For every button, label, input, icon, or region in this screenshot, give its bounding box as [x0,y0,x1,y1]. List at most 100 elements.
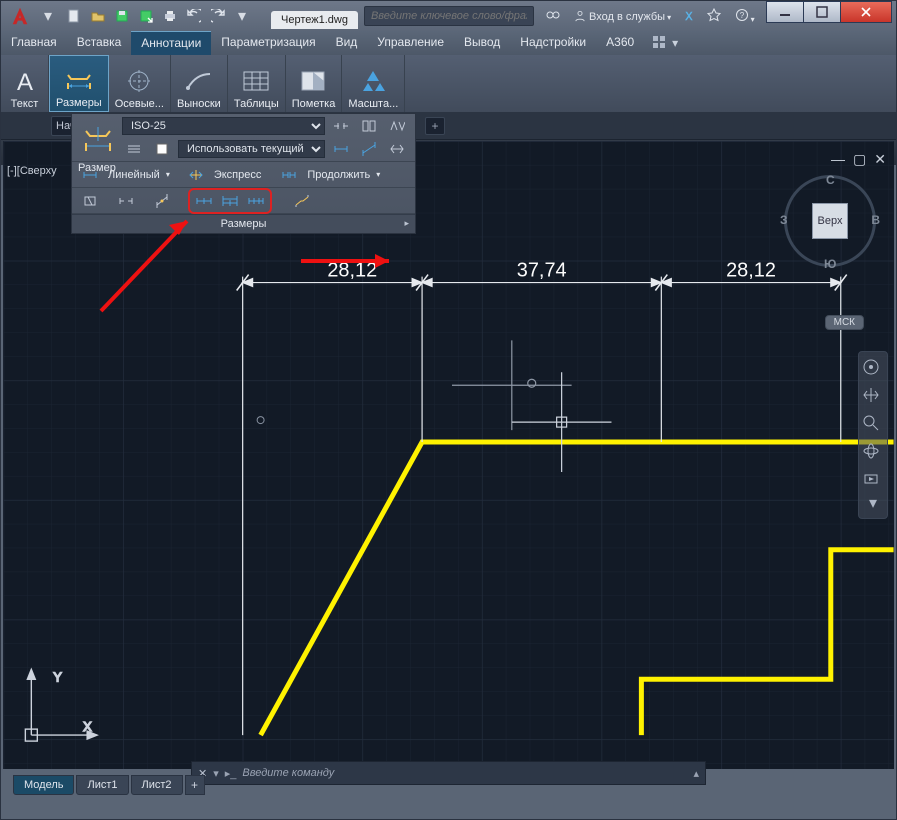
dim-big-icon [78,119,118,157]
qat-new-icon[interactable] [63,5,85,27]
viewcube-n[interactable]: С [826,173,835,187]
drawing-canvas[interactable]: [-][Сверху — ▢ ✕ [3,141,894,769]
tab-add[interactable]: + [425,117,445,135]
current-file-tab[interactable]: Чертеж1.dwg [271,11,358,29]
ribbon-dimensions[interactable]: Размеры [49,55,109,112]
markup-icon [297,66,331,96]
nav-zoom-icon[interactable] [862,414,884,436]
dim-update-icon[interactable] [329,116,353,136]
close-button[interactable] [840,1,892,23]
viewcube-s[interactable]: Ю [824,257,836,271]
dim-continue-icon[interactable] [277,165,301,185]
menu-annotate[interactable]: Аннотации [131,31,211,55]
dim-sync-icon[interactable] [385,116,409,136]
nav-wheel-icon[interactable] [862,358,884,380]
qat-save-icon[interactable] [111,5,133,27]
xchange-apps-icon[interactable] [703,6,725,27]
dim-panel-footer[interactable]: Размеры [72,214,415,233]
dim-aligned-mini-icon[interactable] [357,139,381,159]
dim-big-button[interactable] [78,119,118,157]
tab-add-layout[interactable]: + [185,775,205,795]
ribbon-leaders[interactable]: Выноски [171,55,228,112]
ribbon-centerlines[interactable]: Осевые... [109,55,171,112]
ribbon-tables[interactable]: Таблицы [228,55,286,112]
command-line[interactable]: ✕ ▾ ▸_ Введите команду ▴ [191,761,706,785]
help-icon[interactable]: ?▾ [731,6,759,27]
cmd-history-icon[interactable]: ▾ [213,767,219,780]
quick-access-toolbar: ▾ [63,5,253,27]
qat-undo-icon[interactable] [183,5,205,27]
dim-express-icon[interactable] [184,165,208,185]
dim-tool-oblique-icon[interactable] [78,191,102,211]
minimize-button[interactable] [766,1,804,23]
ribbon-text[interactable]: A Текст [1,55,49,112]
search-input[interactable] [364,6,534,26]
menu-bar: Главная Вставка Аннотации Параметризация… [1,31,896,55]
exchange-icon[interactable]: Ⅹ [681,8,697,25]
dim-linear-mini-icon[interactable] [329,139,353,159]
qat-more-arrow[interactable]: ▾ [231,5,253,27]
qat-open-icon[interactable] [87,5,109,27]
layer-lines-icon[interactable] [122,139,146,159]
menu-parametric[interactable]: Параметризация [211,31,325,55]
featured-apps-icon[interactable] [652,35,666,52]
cmd-recent-icon[interactable]: ▴ [693,767,699,780]
centerline-icon [122,66,156,96]
dimension-icon [62,65,96,95]
qat-redo-icon[interactable] [207,5,229,27]
ribbon-minimize-icon[interactable]: ▾ [672,36,678,50]
dim-override-icon[interactable] [357,116,381,136]
dim-space-3-icon[interactable] [244,191,268,211]
qat-saveas-icon[interactable] [135,5,157,27]
viewport-minimize-icon[interactable]: — [831,151,845,168]
tab-layout2[interactable]: Лист2 [131,775,183,795]
nav-orbit-icon[interactable] [862,442,884,464]
menu-addins[interactable]: Надстройки [510,31,596,55]
qat-print-icon[interactable] [159,5,181,27]
wcs-badge[interactable]: МСК [825,315,864,330]
nav-expand-icon[interactable]: ▾ [862,498,884,508]
app-logo[interactable] [3,2,37,30]
dim-space-1-icon[interactable] [192,191,216,211]
infocenter-icon[interactable] [542,6,564,27]
nav-showmotion-icon[interactable] [862,470,884,492]
viewcube[interactable]: Верх С В Ю З [784,175,876,267]
dim-tool-break-icon[interactable] [114,191,138,211]
ribbon-scale[interactable]: Масшта... [342,55,405,112]
dim-space-2-icon[interactable] [218,191,242,211]
viewport-maximize-icon[interactable]: ▢ [853,151,866,168]
nav-pan-icon[interactable] [862,386,884,408]
dim-continue-label[interactable]: Продолжить [305,169,372,181]
title-right-controls: Вход в службы▾ Ⅹ ?▾ [542,6,759,27]
dim-big-caption: Размер [78,162,116,174]
menu-a360[interactable]: A360 [596,31,644,55]
app-menu-arrow[interactable]: ▾ [37,5,59,27]
viewcube-face[interactable]: Верх [812,203,848,239]
ribbon-markup-label: Пометка [292,98,336,110]
dim-style-select[interactable]: ISO-25 [122,117,325,135]
signin-button[interactable]: Вход в службы▾ [570,8,675,25]
viewport-label[interactable]: [-][Сверху [7,165,57,177]
menu-view[interactable]: Вид [326,31,368,55]
menu-home[interactable]: Главная [1,31,67,55]
svg-text:X: X [83,719,92,734]
dim-tool-jog-icon[interactable] [290,191,314,211]
dim-express-label[interactable]: Экспресс [212,169,264,181]
ribbon-center-label: Осевые... [115,98,164,110]
viewport-close-icon[interactable]: ✕ [874,151,886,168]
menu-insert[interactable]: Вставка [67,31,132,55]
ribbon-markup[interactable]: Пометка [286,55,343,112]
dim-tool-adjust-icon[interactable] [150,191,174,211]
dim-angular-mini-icon[interactable] [385,139,409,159]
svg-text:Y: Y [53,669,62,684]
menu-manage[interactable]: Управление [367,31,454,55]
dim-layer-select[interactable]: Использовать текущий [178,140,325,158]
viewcube-w[interactable]: З [780,213,788,227]
tab-model[interactable]: Модель [13,775,74,795]
tab-layout1[interactable]: Лист1 [76,775,128,795]
maximize-button[interactable] [803,1,841,23]
menu-output[interactable]: Вывод [454,31,510,55]
viewcube-e[interactable]: В [871,213,880,227]
text-icon: A [8,66,42,96]
window-controls [766,1,892,23]
